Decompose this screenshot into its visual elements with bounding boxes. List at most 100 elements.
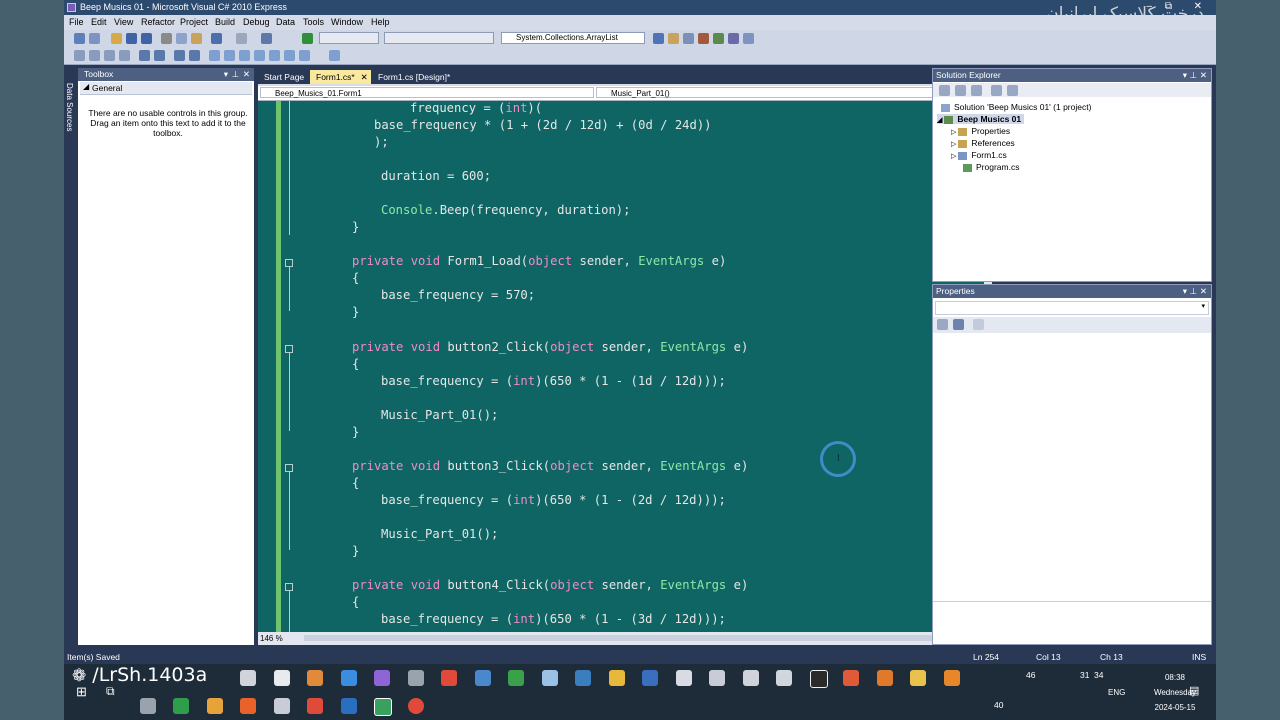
cut-icon[interactable] — [161, 33, 172, 44]
app-icon[interactable] — [475, 670, 491, 686]
menu-tools[interactable]: Tools — [303, 17, 324, 27]
refresh-icon[interactable] — [971, 85, 982, 96]
input-language[interactable]: ENG — [1108, 688, 1125, 697]
menu-help[interactable]: Help — [371, 17, 390, 27]
app-icon[interactable] — [140, 698, 156, 714]
chevron-down-icon[interactable]: ▾ — [1201, 302, 1205, 310]
bookmark-folder-icon[interactable] — [269, 50, 280, 61]
windows-start-icon[interactable]: ⊞ — [76, 684, 87, 700]
collapse-region-icon[interactable] — [285, 345, 293, 353]
panel-close-icon[interactable]: ✕ — [1200, 69, 1207, 82]
start-debugging-icon[interactable] — [302, 33, 313, 44]
menu-refactor[interactable]: Refactor — [141, 17, 175, 27]
toolbox-close-icon[interactable]: ✕ — [243, 68, 250, 81]
prev-bookmark-icon[interactable] — [224, 50, 235, 61]
save-all-icon[interactable] — [141, 33, 152, 44]
show-all-files-icon[interactable] — [955, 85, 966, 96]
maximize-button[interactable]: ⧉ — [1165, 1, 1172, 12]
collapse-arrow-icon[interactable]: ◢ — [83, 82, 89, 91]
app-icon[interactable] — [877, 670, 893, 686]
bookmark-icon[interactable] — [209, 50, 220, 61]
quick-info-icon[interactable] — [104, 50, 115, 61]
type-combo[interactable]: System.Collections.ArrayList — [501, 32, 645, 44]
word-icon[interactable] — [642, 670, 658, 686]
collapsed-arrow-icon[interactable]: ▷ — [951, 141, 958, 148]
toolbox-icon[interactable] — [698, 33, 709, 44]
increase-indent-icon[interactable] — [154, 50, 165, 61]
toolbox-dropdown-icon[interactable]: ▾ — [224, 68, 228, 81]
calculator-icon[interactable] — [743, 670, 759, 686]
categorized-icon[interactable] — [937, 319, 948, 330]
tree-solution[interactable]: Solution 'Beep Musics 01' (1 project) — [941, 102, 1091, 112]
display-object-icon[interactable] — [74, 50, 85, 61]
parameter-info-icon[interactable] — [89, 50, 100, 61]
close-button[interactable]: ✕ — [1194, 1, 1202, 12]
complete-word-icon[interactable] — [119, 50, 130, 61]
data-sources-tab[interactable]: Data Sources — [65, 83, 74, 131]
panel-dropdown-icon[interactable]: ▾ — [1183, 285, 1187, 298]
app-icon[interactable] — [709, 670, 725, 686]
toolbox-group-header[interactable]: ◢ General — [80, 82, 252, 95]
clock-time[interactable]: 08:38 — [1145, 673, 1205, 682]
tab-close-icon[interactable]: ✕ — [361, 70, 368, 84]
next-bookmark-icon[interactable] — [239, 50, 250, 61]
horizontal-scrollbar[interactable]: 146 % — [258, 632, 984, 645]
app-icon[interactable] — [408, 670, 424, 686]
collapse-region-icon[interactable] — [285, 583, 293, 591]
save-icon[interactable] — [126, 33, 137, 44]
menu-build[interactable]: Build — [215, 17, 235, 27]
app-icon[interactable] — [843, 670, 859, 686]
spreadsheet-icon[interactable] — [508, 670, 524, 686]
shield-icon[interactable] — [274, 670, 290, 686]
tree-item-program[interactable]: Program.cs — [963, 162, 1019, 172]
properties-icon[interactable] — [683, 33, 694, 44]
collapsed-arrow-icon[interactable]: ▷ — [951, 153, 958, 160]
code-editor[interactable]: frequency = (int)( base_frequency * (1 +… — [258, 101, 984, 632]
recorder-icon[interactable] — [408, 698, 424, 714]
app-icon[interactable] — [274, 698, 290, 714]
file-explorer-icon[interactable] — [910, 670, 926, 686]
visual-studio-icon[interactable] — [374, 670, 390, 686]
alphabetical-icon[interactable] — [953, 319, 964, 330]
app-icon[interactable] — [676, 670, 692, 686]
settings-icon[interactable] — [240, 670, 256, 686]
droplet-app-icon[interactable] — [341, 670, 357, 686]
tree-item-properties[interactable]: ▷ Properties — [951, 126, 1010, 136]
view-designer-icon[interactable] — [1007, 85, 1018, 96]
paste-icon[interactable] — [191, 33, 202, 44]
copy-icon[interactable] — [176, 33, 187, 44]
pdf-reader-icon[interactable] — [441, 670, 457, 686]
bookmark-next-folder-icon[interactable] — [299, 50, 310, 61]
panel-close-icon[interactable]: ✕ — [1200, 285, 1207, 298]
uncomment-icon[interactable] — [189, 50, 200, 61]
panel-pin-icon[interactable]: ⊥ — [1190, 69, 1197, 82]
app-icon[interactable] — [207, 698, 223, 714]
app-icon[interactable] — [173, 698, 189, 714]
collapsed-arrow-icon[interactable]: ▷ — [951, 129, 958, 136]
tab-form1-design[interactable]: Form1.cs [Design]* — [372, 70, 456, 84]
expand-arrow-icon[interactable]: ◢ — [937, 117, 944, 124]
extension-icon[interactable] — [728, 33, 739, 44]
member-combo[interactable]: Music_Part_01() — [596, 87, 990, 98]
zoom-level[interactable]: 146 % — [260, 634, 283, 643]
app-icon[interactable] — [307, 698, 323, 714]
undo-icon[interactable] — [211, 33, 222, 44]
menu-window[interactable]: Window — [331, 17, 363, 27]
panel-dropdown-icon[interactable]: ▾ — [1183, 69, 1187, 82]
new-project-icon[interactable] — [74, 33, 85, 44]
active-app-icon[interactable] — [374, 698, 392, 716]
panel-pin-icon[interactable]: ⊥ — [1190, 285, 1197, 298]
window-icon[interactable] — [743, 33, 754, 44]
menu-edit[interactable]: Edit — [91, 17, 107, 27]
object-selector-combo[interactable]: ▾ — [935, 301, 1209, 315]
tab-start-page[interactable]: Start Page — [258, 70, 310, 84]
platform-combo[interactable] — [384, 32, 494, 44]
bookmark-window-icon[interactable] — [284, 50, 295, 61]
class-combo[interactable]: Beep_Musics_01.Form1 — [260, 87, 594, 98]
property-pages-icon[interactable] — [973, 319, 984, 330]
clear-bookmarks-icon[interactable] — [254, 50, 265, 61]
menu-debug[interactable]: Debug — [243, 17, 270, 27]
add-item-icon[interactable] — [89, 33, 100, 44]
x-app-icon[interactable] — [810, 670, 828, 688]
firefox-icon[interactable] — [240, 698, 256, 714]
